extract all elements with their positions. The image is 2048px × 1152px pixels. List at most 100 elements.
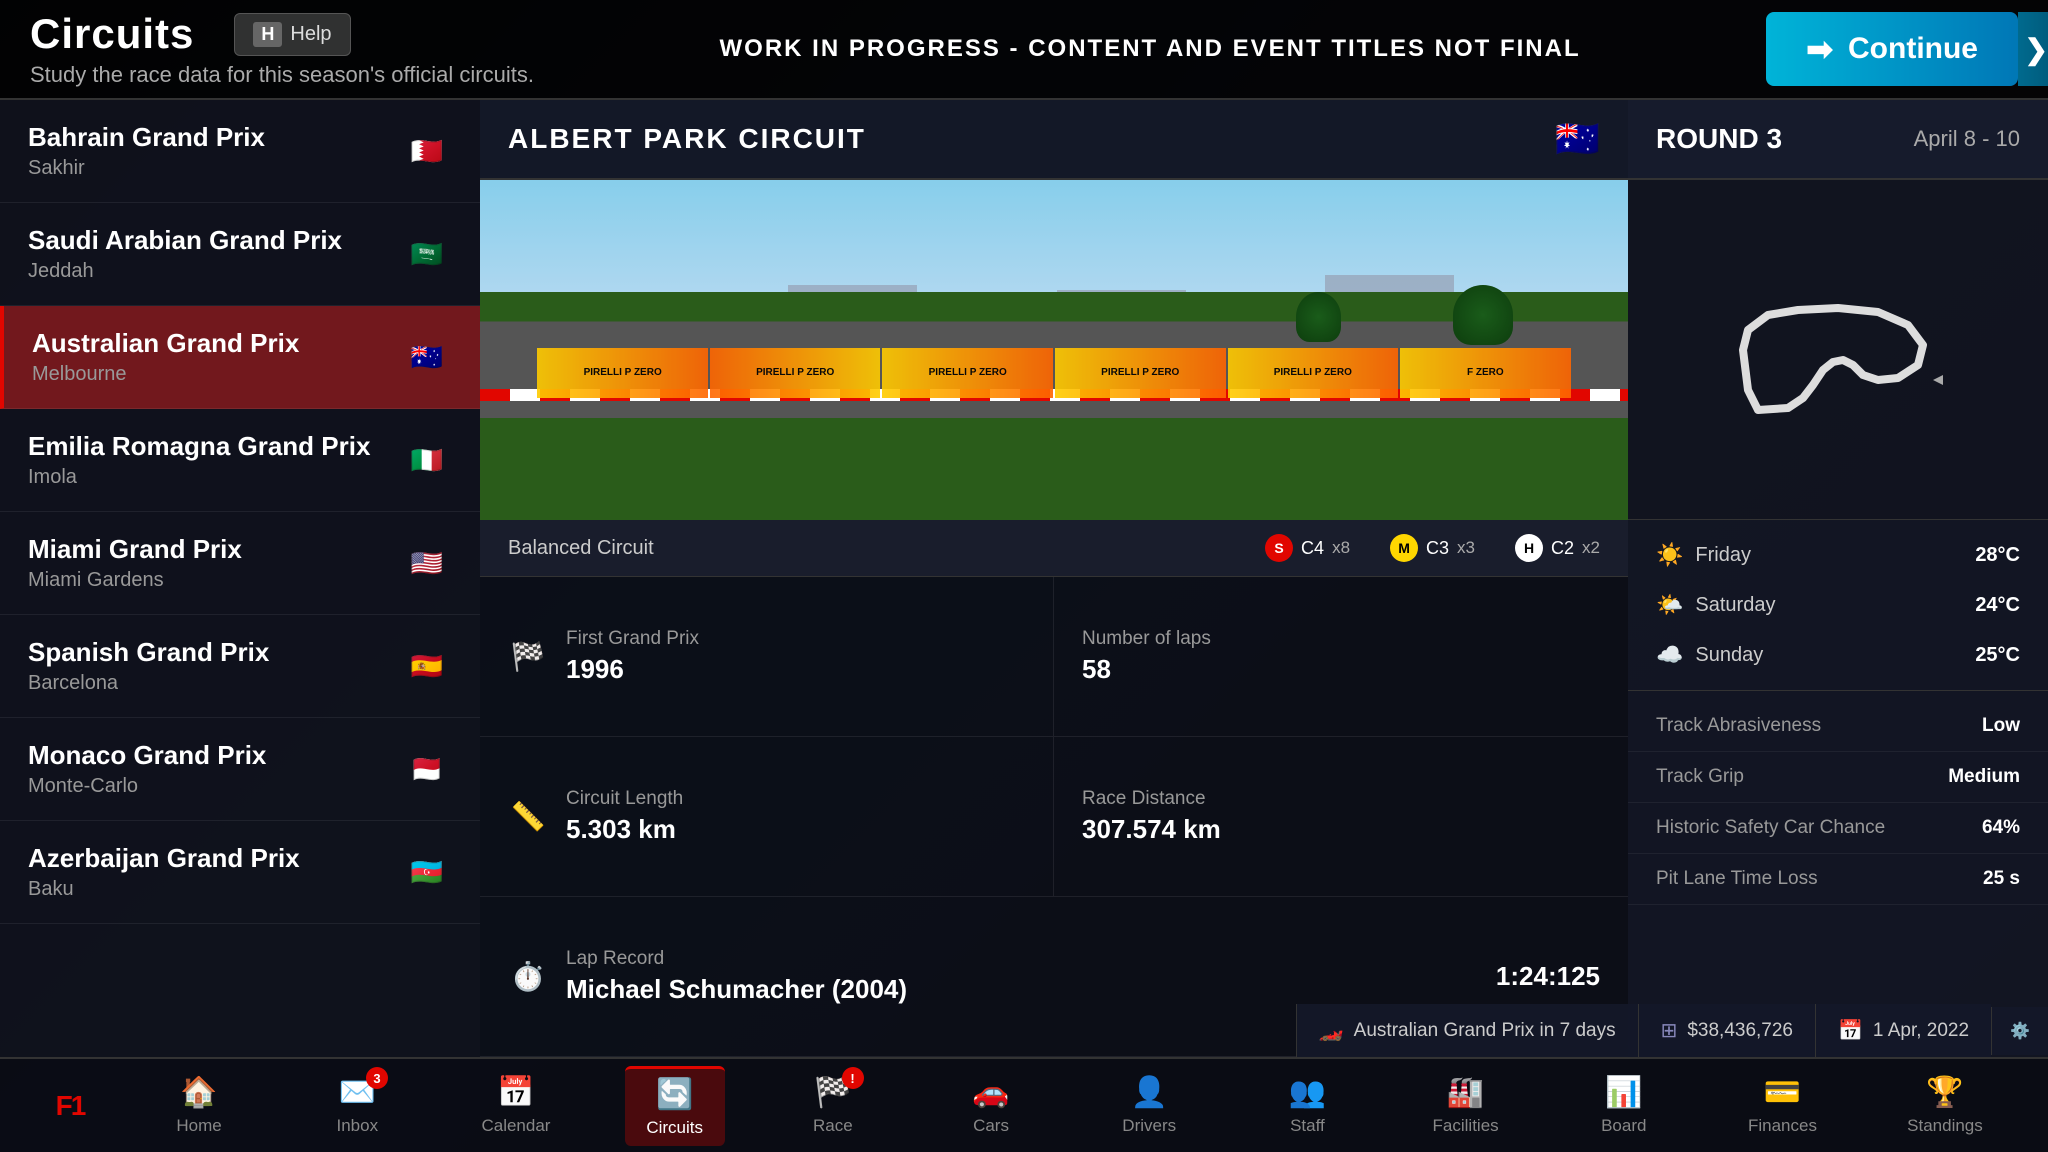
nav-item-facilities[interactable]: 🏭 Facilities [1416, 1067, 1516, 1144]
help-label: Help [290, 23, 331, 46]
nav-icon-wrap-race: 🏁 ! [814, 1075, 851, 1110]
race-item-monaco[interactable]: Monaco Grand Prix Monte-Carlo 🇲🇨 [0, 718, 480, 821]
laps-content: Number of laps 58 [1082, 628, 1211, 685]
stat-distance: Race Distance 307.574 km [1054, 737, 1628, 897]
nav-label-cars: Cars [973, 1116, 1009, 1136]
soft-compound-label: C4 [1301, 538, 1324, 559]
track-info-track-grip: Track Grip Medium [1628, 752, 2048, 803]
f1-logo-nav: F1 [20, 1082, 120, 1130]
nav-icon-board: 📊 [1605, 1076, 1642, 1109]
nav-item-standings[interactable]: 🏆 Standings [1891, 1067, 1999, 1144]
race-item-saudi[interactable]: Saudi Arabian Grand Prix Jeddah 🇸🇦 [0, 203, 480, 306]
center-panel: ALBERT PARK CIRCUIT 🇦🇺 [480, 100, 1628, 1057]
status-money: ⊞ $38,436,726 [1638, 1004, 1815, 1057]
race-list: Bahrain Grand Prix Sakhir 🇧🇭 Saudi Arabi… [0, 100, 480, 1057]
weather-sunday: ☁️ Sunday 25°C [1628, 630, 2048, 680]
weather-temp-friday: 28°C [1975, 544, 2020, 567]
length-content: Circuit Length 5.303 km [566, 788, 683, 845]
nav-icon-finances: 💳 [1764, 1076, 1801, 1109]
weather-day-saturday: Saturday [1695, 594, 1775, 617]
track-label-track-abrasiveness: Track Abrasiveness [1656, 715, 1821, 737]
pirelli-sign-6: F ZERO [1400, 348, 1571, 398]
help-button[interactable]: H Help [234, 13, 350, 56]
race-item-spanish[interactable]: Spanish Grand Prix Barcelona 🇪🇸 [0, 615, 480, 718]
pirelli-sign-4: PIRELLI P ZERO [1055, 348, 1226, 398]
stat-length: 📏 Circuit Length 5.303 km [480, 737, 1054, 897]
pirelli-sign-3: PIRELLI P ZERO [882, 348, 1053, 398]
nav-item-calendar[interactable]: 📅 Calendar [465, 1067, 566, 1144]
race-item-miami[interactable]: Miami Grand Prix Miami Gardens 🇺🇸 [0, 512, 480, 615]
medium-tyre: M C3 x3 [1390, 534, 1475, 562]
circuit-name: ALBERT PARK CIRCUIT [508, 123, 866, 155]
lap-record-label: Lap Record [566, 948, 907, 970]
help-key: H [253, 22, 282, 47]
top-left-header: Circuits H Help Study the race data for … [30, 10, 534, 88]
money-value: $38,436,726 [1687, 1020, 1793, 1042]
date-icon: 📅 [1838, 1018, 1863, 1043]
nav-icon-wrap-home: 🏠 [180, 1075, 217, 1110]
circuit-map-area [1628, 180, 2048, 520]
race-flag-spanish: 🇪🇸 [402, 649, 452, 683]
nav-item-race[interactable]: 🏁 ! Race [783, 1067, 883, 1144]
race-status-icon: 🏎️ [1319, 1018, 1344, 1043]
medium-tyre-icon: M [1390, 534, 1418, 562]
length-icon: 📏 [508, 800, 548, 833]
settings-icon[interactable]: ⚙️ [2010, 1023, 2030, 1040]
nav-item-circuits[interactable]: 🔄 Circuits [625, 1066, 725, 1146]
date-value: 1 Apr, 2022 [1873, 1020, 1969, 1042]
continue-button[interactable]: ➡ Continue ❯❯ [1766, 12, 2018, 86]
nav-icon-calendar: 📅 [497, 1076, 534, 1109]
nav-icon-staff: 👥 [1289, 1076, 1326, 1109]
nav-icon-wrap-inbox: ✉️ 3 [339, 1075, 376, 1110]
page-title: Circuits [30, 10, 194, 58]
race-name-azerbaijan: Azerbaijan Grand Prix [28, 843, 300, 874]
race-item-azerbaijan[interactable]: Azerbaijan Grand Prix Baku 🇦🇿 [0, 821, 480, 924]
race-name-emilia: Emilia Romagna Grand Prix [28, 431, 370, 462]
circuit-header: ALBERT PARK CIRCUIT 🇦🇺 [480, 100, 1628, 180]
nav-item-drivers[interactable]: 👤 Drivers [1099, 1067, 1199, 1144]
race-city-monaco: Monte-Carlo [28, 775, 266, 798]
race-item-bahrain[interactable]: Bahrain Grand Prix Sakhir 🇧🇭 [0, 100, 480, 203]
race-item-emilia[interactable]: Emilia Romagna Grand Prix Imola 🇮🇹 [0, 409, 480, 512]
nav-icon-wrap-circuits: 🔄 [656, 1077, 693, 1112]
weather-icon-saturday: 🌤️ [1656, 592, 1683, 618]
tyre-bar: Balanced Circuit S C4 x8 M C3 x3 H [480, 520, 1628, 577]
settings-button[interactable]: ⚙️ [1991, 1007, 2048, 1055]
distance-label: Race Distance [1082, 788, 1221, 810]
distance-value: 307.574 km [1082, 814, 1221, 845]
nav-label-facilities: Facilities [1433, 1116, 1499, 1136]
medium-count: x3 [1457, 538, 1475, 558]
track-value-track-abrasiveness: Low [1982, 715, 2020, 737]
track-value-track-grip: Medium [1948, 766, 2020, 788]
lap-record-content: Lap Record Michael Schumacher (2004) [566, 948, 907, 1005]
first-gp-label: First Grand Prix [566, 628, 699, 650]
nav-item-home[interactable]: 🏠 Home [149, 1067, 249, 1144]
weather-temp-sunday: 25°C [1975, 644, 2020, 667]
nav-icon-wrap-board: 📊 [1605, 1075, 1642, 1110]
nav-item-staff[interactable]: 👥 Staff [1257, 1067, 1357, 1144]
green-trees [1453, 285, 1513, 345]
race-city-bahrain: Sakhir [28, 157, 265, 180]
race-name-spanish: Spanish Grand Prix [28, 637, 269, 668]
distance-content: Race Distance 307.574 km [1082, 788, 1221, 845]
f1-logo: F1 [56, 1090, 85, 1122]
nav-item-cars[interactable]: 🚗 Cars [941, 1067, 1041, 1144]
weather-section: ☀️ Friday 28°C 🌤️ Saturday 24°C ☁️ Sunda… [1628, 520, 2048, 691]
race-city-azerbaijan: Baku [28, 878, 300, 901]
soft-tyre-icon: S [1265, 534, 1293, 562]
circuit-map-svg [1698, 250, 1978, 450]
race-item-australia[interactable]: Australian Grand Prix Melbourne 🇦🇺 [0, 306, 480, 409]
track-scene: PIRELLI P ZERO PIRELLI P ZERO PIRELLI P … [480, 180, 1628, 520]
nav-item-inbox[interactable]: ✉️ 3 Inbox [307, 1067, 407, 1144]
stat-laps: Number of laps 58 [1054, 577, 1628, 737]
race-flag-azerbaijan: 🇦🇿 [402, 855, 452, 889]
race-flag-australia: 🇦🇺 [402, 340, 452, 374]
track-info-track-abrasiveness: Track Abrasiveness Low [1628, 701, 2048, 752]
race-flag-bahrain: 🇧🇭 [402, 134, 452, 168]
nav-item-board[interactable]: 📊 Board [1574, 1067, 1674, 1144]
race-city-spanish: Barcelona [28, 672, 269, 695]
nav-label-calendar: Calendar [481, 1116, 550, 1136]
first-gp-icon: 🏁 [508, 640, 548, 673]
next-race-text: Australian Grand Prix in 7 days [1354, 1020, 1616, 1042]
nav-item-finances[interactable]: 💳 Finances [1732, 1067, 1833, 1144]
